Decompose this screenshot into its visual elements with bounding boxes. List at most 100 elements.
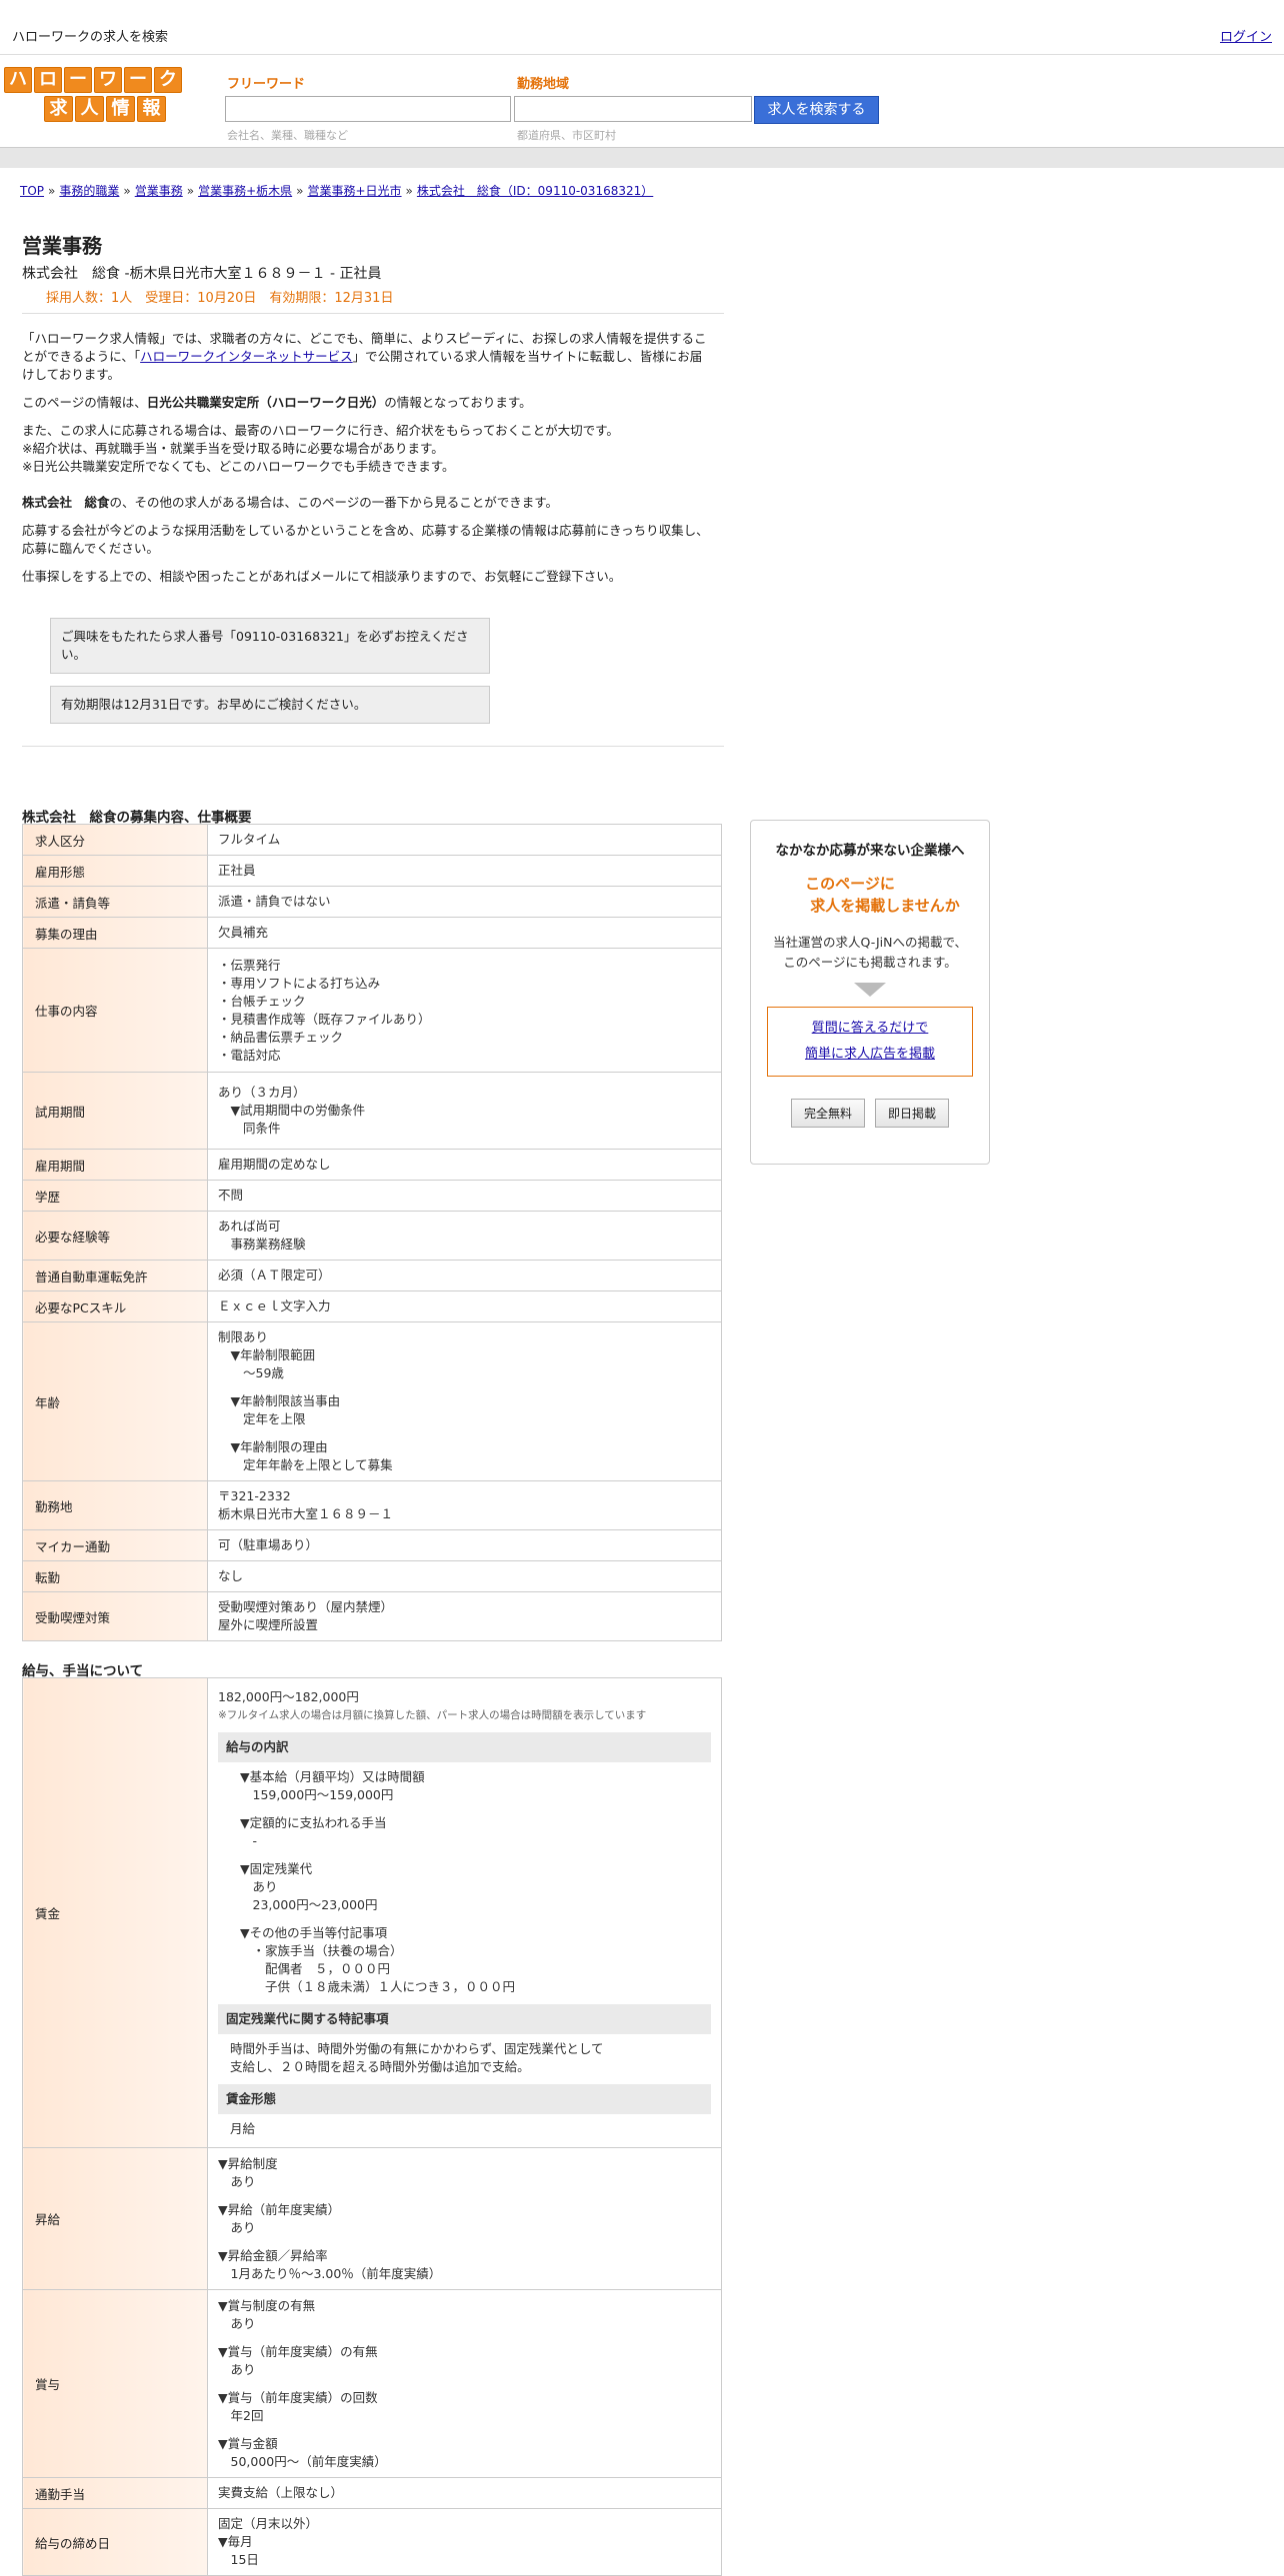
table-row: 賞与 ▼賞与制度の有無 あり ▼賞与（前年度実績）の有無 あり ▼賞与（前年度実績）の… — [22, 2289, 722, 2478]
row-label: 年齢 — [22, 1321, 208, 1481]
logo-char: 情 — [106, 96, 135, 122]
logo-char: ー — [124, 67, 152, 93]
row-label: 必要なPCスキル — [22, 1290, 208, 1322]
line-text: ▼賞与制度の有無 — [218, 2297, 316, 2313]
area-hint: 都道府県、市区町村 — [517, 129, 616, 142]
search-button[interactable]: 求人を検索する — [754, 96, 879, 124]
wage-cell: 182,000円〜182,000円 ※フルタイム求人の場合は月額に換算した額、パ… — [207, 1677, 722, 2148]
line-text: ▼賞与（前年度実績）の回数 — [218, 2389, 378, 2405]
hellowork-logo[interactable]: ハローワーク 求人情報 — [4, 67, 182, 125]
freeword-input[interactable] — [225, 96, 511, 122]
site-title: ハローワークの求人を検索 — [12, 30, 169, 45]
login-link[interactable]: ログイン — [1220, 26, 1272, 45]
line-text: 雇用期間の定めなし — [218, 1157, 331, 1172]
area-input[interactable] — [514, 96, 752, 122]
ad-catch-2: 求人を掲載しませんか — [810, 897, 960, 915]
line-text: 屋外に喫煙所設置 — [218, 1617, 319, 1632]
line-text — [240, 1914, 711, 1924]
row-label: 募集の理由 — [22, 917, 208, 949]
table-row: 賃金 182,000円〜182,000円 ※フルタイム求人の場合は月額に換算した… — [22, 1677, 722, 2148]
line-text — [218, 2191, 711, 2201]
row-label: 勤務地 — [22, 1480, 208, 1530]
line-text: 時間外手当は、時間外労働の有無にかかわらず、固定残業代として — [230, 2040, 604, 2056]
line-text: ▼試用期間中の労働条件 — [218, 1103, 366, 1118]
line-text: 不問 — [218, 1188, 244, 1203]
ad-desc-2: このページにも掲載されます。 — [783, 955, 957, 970]
ad-link-question[interactable]: 質問に答えるだけで — [812, 1021, 929, 1036]
row-value: 欠員補充 — [207, 917, 722, 949]
table-row: 学歴 不問 — [22, 1180, 722, 1212]
office-name: 日光公共職業安定所（ハローワーク日光） — [146, 395, 385, 410]
line-text: ・専用ソフトによる打ち込み — [218, 975, 381, 991]
breadcrumb-separator: » — [123, 184, 131, 198]
line-text — [218, 1382, 711, 1392]
breadcrumb-separator: » — [405, 184, 413, 198]
breadcrumb-link[interactable]: 営業事務 — [135, 184, 183, 198]
job-meta: 採用人数：1人 受理日：10月20日 有効期限：12月31日 — [46, 291, 394, 306]
logo-char: ハ — [4, 67, 32, 93]
intro-text-3: また、この求人に応募される場合は、最寄のハローワークに行き、紹介状をもらっておく… — [22, 422, 712, 476]
line-text: ▼年齢制限該当事由 — [218, 1393, 341, 1408]
row-value: ▼賞与制度の有無 あり ▼賞与（前年度実績）の有無 あり ▼賞与（前年度実績）の回数… — [207, 2289, 722, 2478]
logo-char: 求 — [44, 96, 73, 122]
table-row: 勤務地 〒321-2332 栃木県日光市大室１６８９－１ — [22, 1480, 722, 1530]
logo-char: ー — [64, 67, 92, 93]
same-day-button[interactable]: 即日掲載 — [875, 1099, 950, 1128]
breadcrumb: TOP» 事務的職業» 営業事務» 営業事務+栃木県» 営業事務+日光市» 株式会社 総食… — [20, 182, 653, 199]
line-text: あり — [218, 2361, 256, 2377]
intro-text-5: 応募する会社が今どのような採用活動をしているかということを含め、応募する企業様の… — [22, 523, 709, 556]
line-text: 受動喫煙対策あり（屋内禁煙） — [218, 1599, 394, 1614]
ad-link-box: 質問に答えるだけで 簡単に求人広告を掲載 — [767, 1007, 973, 1077]
line-text: あり — [240, 1878, 278, 1894]
intro-line: ※紹介状は、再就職手当・就業手当を受け取る時に必要な場合があります。 — [22, 441, 444, 456]
line-text: ▼昇給金額／昇給率 — [218, 2247, 328, 2263]
line-text: 制限あり — [218, 1329, 269, 1344]
line-text: 実費支給（上限なし） — [218, 2485, 344, 2500]
row-label: 普通自動車運転免許 — [22, 1260, 208, 1291]
ad-desc-1: 当社運営の求人Q-JiNへの掲載で、 — [773, 935, 967, 950]
line-text: 15日 — [218, 2552, 259, 2567]
line-text: ・台帳チェック — [218, 993, 306, 1009]
job-subtitle: 株式会社 総食 -栃木県日光市大室１６８９－１ - 正社員 — [22, 266, 382, 282]
row-label: 雇用期間 — [22, 1149, 208, 1181]
table-row: 通勤手当 実費支給（上限なし） — [22, 2477, 722, 2509]
line-text: 派遣・請負ではない — [218, 894, 331, 909]
line-text: 支給し、２０時間を超える時間外労働は追加で支給。 — [230, 2058, 530, 2074]
row-label: 受動喫煙対策 — [22, 1591, 208, 1641]
salary-table: 賃金 182,000円〜182,000円 ※フルタイム求人の場合は月額に換算した… — [22, 1677, 722, 2576]
breadcrumb-separator: » — [48, 184, 56, 198]
breadcrumb-link[interactable]: 株式会社 総食（ID：09110-03168321） — [417, 184, 653, 198]
line-text: 事務業務経験 — [218, 1237, 306, 1252]
breadcrumb-link[interactable]: 事務的職業 — [59, 184, 119, 198]
row-label: 仕事の内容 — [22, 948, 208, 1073]
free-button[interactable]: 完全無料 — [790, 1099, 865, 1128]
logo-char: 人 — [75, 96, 104, 122]
line-text: ▼定額的に支払われる手当 — [240, 1814, 387, 1830]
line-text: あり — [218, 2173, 256, 2189]
line-text — [240, 1850, 711, 1860]
header: ハローワーク 求人情報 フリーワード 会社名、業種、職種など 勤務地域 都道府県… — [0, 55, 1284, 147]
line-text — [218, 2379, 711, 2389]
breadcrumb-link[interactable]: 営業事務+日光市 — [307, 184, 401, 198]
row-value: ・伝票発行 ・専用ソフトによる打ち込み ・台帳チェック ・見積書作成等（既存ファイルあ… — [207, 948, 722, 1073]
line-text: あり — [218, 2315, 256, 2331]
line-text: 定年年齢を上限として募集 — [218, 1457, 393, 1472]
row-label: 昇給 — [22, 2147, 208, 2290]
line-text: ・家族手当（扶養の場合） — [240, 1942, 403, 1958]
row-value: 制限あり ▼年齢制限範囲 〜59歳 ▼年齢制限該当事由 定年を上限 ▼年齢制限の… — [207, 1321, 722, 1481]
ad-link-post[interactable]: 簡単に求人広告を掲載 — [805, 1047, 935, 1062]
row-value: 不問 — [207, 1180, 722, 1212]
fixed-overtime-heading: 固定残業代に関する特記事項 — [218, 2003, 711, 2034]
breadcrumb-link[interactable]: TOP — [20, 184, 44, 198]
row-label: 求人区分 — [22, 824, 208, 856]
breakdown-heading: 給与の内訳 — [218, 1731, 711, 1762]
breadcrumb-link[interactable]: 営業事務+栃木県 — [198, 184, 292, 198]
job-header: 営業事務 株式会社 総食 -栃木県日光市大室１６８９－１ - 正社員 採用人数：… — [22, 230, 722, 306]
line-text — [218, 2237, 711, 2247]
hellowork-internet-link[interactable]: ハローワークインターネットサービス — [140, 349, 353, 364]
breadcrumb-separator: » — [186, 184, 195, 198]
line-text — [218, 1428, 711, 1438]
line-text: 〒321-2332 — [218, 1488, 291, 1503]
company-name: 株式会社 総食 — [22, 495, 110, 510]
table-row: 昇給 ▼昇給制度 あり ▼昇給（前年度実績） あり ▼昇給金額／昇給率 1月あたり％〜… — [22, 2147, 722, 2290]
